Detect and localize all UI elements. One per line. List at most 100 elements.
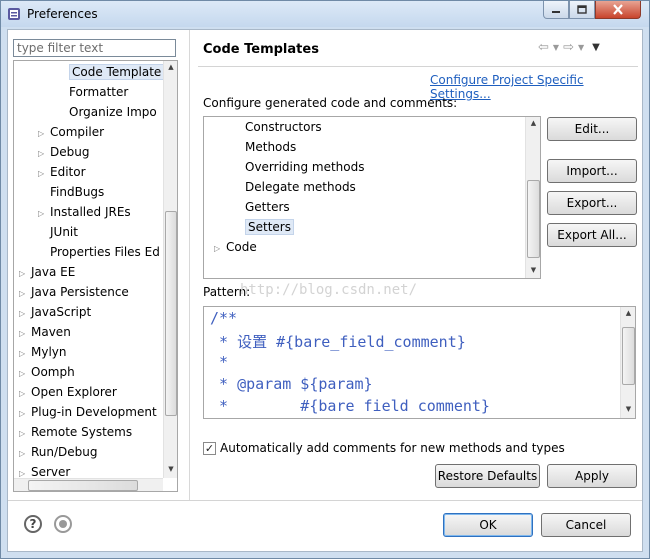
- expand-arrow-icon[interactable]: ▷: [19, 384, 31, 404]
- scroll-up-icon[interactable]: ▲: [526, 117, 540, 129]
- expand-arrow-icon[interactable]: ▷: [19, 324, 31, 344]
- expand-arrow-icon[interactable]: ▷: [19, 284, 31, 304]
- expand-arrow-icon[interactable]: ▷: [19, 424, 31, 444]
- tree-item-label: Properties Files Ed: [50, 245, 160, 259]
- forward-icon[interactable]: ⇨: [563, 40, 574, 55]
- help-icon[interactable]: ?: [24, 515, 42, 533]
- tree-item-label: FindBugs: [50, 185, 105, 199]
- expand-arrow-icon[interactable]: ▷: [19, 344, 31, 364]
- chevron-down-icon[interactable]: ▼: [553, 43, 559, 52]
- tree-item[interactable]: ▷ JavaScript: [19, 302, 91, 322]
- dialog-content: Code Template FormatterOrganize Impo▷Comp…: [7, 29, 643, 552]
- tree-item[interactable]: ▷ Oomph: [19, 362, 75, 382]
- import-button[interactable]: Import...: [547, 159, 637, 183]
- tree-item[interactable]: ▷ Remote Systems: [19, 422, 132, 442]
- expand-arrow-icon[interactable]: ▷: [38, 204, 50, 224]
- tree-item[interactable]: ▷ Editor: [38, 162, 86, 182]
- pattern-scroll-thumb[interactable]: [622, 327, 635, 385]
- page-navigation: ⇦ ▼ ⇨ ▼ ▼: [538, 40, 600, 55]
- tree-item[interactable]: ▷ Plug-in Development: [19, 402, 157, 422]
- tree-vertical-scrollbar[interactable]: ▲ ▼: [163, 61, 177, 478]
- tree-item-label: Code: [226, 240, 257, 254]
- auto-comment-checkbox[interactable]: ✓: [203, 441, 216, 455]
- tree-item[interactable]: FindBugs: [38, 182, 104, 202]
- tree-item[interactable]: ▷ Run/Debug: [19, 442, 98, 462]
- tree-scroll-thumb[interactable]: [165, 211, 177, 416]
- chevron-down-icon[interactable]: ▼: [578, 43, 584, 52]
- maximize-button[interactable]: [569, 1, 595, 19]
- tree-item-label: JUnit: [50, 225, 78, 239]
- restore-defaults-button[interactable]: Restore Defaults: [435, 464, 540, 488]
- expand-arrow-icon[interactable]: ▷: [19, 304, 31, 324]
- minimize-button[interactable]: [543, 1, 569, 19]
- expand-arrow-icon[interactable]: ▷: [19, 444, 31, 464]
- pattern-scrollbar[interactable]: ▲ ▼: [620, 307, 635, 418]
- tree-item-label: Methods: [245, 140, 297, 154]
- tree-item[interactable]: Code Template: [57, 62, 165, 82]
- filter-input[interactable]: [13, 39, 176, 57]
- scroll-up-icon[interactable]: ▲: [621, 307, 635, 319]
- ok-button[interactable]: OK: [443, 513, 533, 537]
- tree-item[interactable]: ▷ Java EE: [19, 262, 75, 282]
- scroll-up-icon[interactable]: ▲: [164, 61, 177, 73]
- pattern-line: * #{bare field comment}: [210, 397, 490, 415]
- preferences-window: Preferences Code Template Formatter Organi…: [0, 0, 650, 559]
- cancel-button[interactable]: Cancel: [541, 513, 631, 537]
- expand-arrow-icon[interactable]: ▷: [19, 364, 31, 384]
- tree-item[interactable]: Overriding methods: [233, 157, 365, 177]
- panel-divider[interactable]: [189, 30, 190, 500]
- tree-hscroll-thumb[interactable]: [28, 480, 138, 491]
- scroll-down-icon[interactable]: ▼: [621, 403, 635, 415]
- apply-button[interactable]: Apply: [547, 464, 637, 488]
- expand-arrow-icon[interactable]: ▷: [38, 164, 50, 184]
- tree-item[interactable]: ▷ Installed JREs: [38, 202, 131, 222]
- scroll-down-icon[interactable]: ▼: [526, 264, 540, 276]
- template-tree: Constructors Methods Overriding methods Del…: [203, 116, 541, 279]
- maximize-icon: [577, 5, 587, 14]
- tree-item[interactable]: Setters: [233, 217, 294, 237]
- tree-item[interactable]: ▷ Java Persistence: [19, 282, 129, 302]
- tree-item[interactable]: Getters: [233, 197, 290, 217]
- tree-item[interactable]: ▷ Compiler: [38, 122, 104, 142]
- pattern-line: * @param ${param}: [210, 375, 373, 393]
- pattern-editor[interactable]: /** * 设置 #{bare_field_comment} * * @para…: [203, 306, 636, 419]
- configure-project-link[interactable]: Configure Project Specific Settings...: [430, 73, 642, 101]
- tree-item[interactable]: Organize Impo: [57, 102, 157, 122]
- tree-item-label: Code Template: [69, 64, 165, 80]
- export-all-button[interactable]: Export All...: [547, 223, 637, 247]
- export-button[interactable]: Export...: [547, 191, 637, 215]
- tree-item[interactable]: ▷ Code: [214, 237, 257, 257]
- tree-item[interactable]: Delegate methods: [233, 177, 356, 197]
- tree-item[interactable]: Formatter: [57, 82, 128, 102]
- tree-item-label: Overriding methods: [245, 160, 365, 174]
- tree-horizontal-scrollbar[interactable]: [14, 478, 163, 491]
- scroll-down-icon[interactable]: ▼: [164, 463, 177, 475]
- pattern-line: *: [210, 353, 229, 371]
- auto-comment-option[interactable]: ✓ Automatically add comments for new met…: [203, 441, 565, 455]
- expand-arrow-icon[interactable]: ▷: [214, 239, 226, 259]
- tree-item[interactable]: Methods: [233, 137, 296, 157]
- stop-icon[interactable]: [54, 515, 72, 533]
- template-scroll-thumb[interactable]: [527, 180, 540, 258]
- tree-item[interactable]: Properties Files Ed: [38, 242, 160, 262]
- tree-item[interactable]: Constructors: [233, 117, 322, 137]
- pattern-line: /**: [210, 309, 238, 327]
- expand-arrow-icon[interactable]: ▷: [38, 124, 50, 144]
- tree-item[interactable]: ▷ Mylyn: [19, 342, 67, 362]
- watermark: http://blog.csdn.net/: [240, 282, 418, 298]
- tree-item[interactable]: ▷ Open Explorer: [19, 382, 117, 402]
- close-button[interactable]: [595, 1, 641, 19]
- expand-arrow-icon[interactable]: ▷: [19, 404, 31, 424]
- template-scrollbar[interactable]: ▲ ▼: [525, 117, 540, 278]
- tree-item-label: Java EE: [31, 265, 76, 279]
- tree-item[interactable]: JUnit: [38, 222, 78, 242]
- tree-item-label: Run/Debug: [31, 445, 98, 459]
- tree-item[interactable]: ▷ Maven: [19, 322, 71, 342]
- expand-arrow-icon[interactable]: ▷: [38, 144, 50, 164]
- edit-button[interactable]: Edit...: [547, 117, 637, 141]
- back-icon[interactable]: ⇦: [538, 40, 549, 55]
- menu-icon[interactable]: ▼: [592, 42, 600, 53]
- app-icon: [8, 8, 20, 20]
- expand-arrow-icon[interactable]: ▷: [19, 264, 31, 284]
- tree-item[interactable]: ▷ Debug: [38, 142, 89, 162]
